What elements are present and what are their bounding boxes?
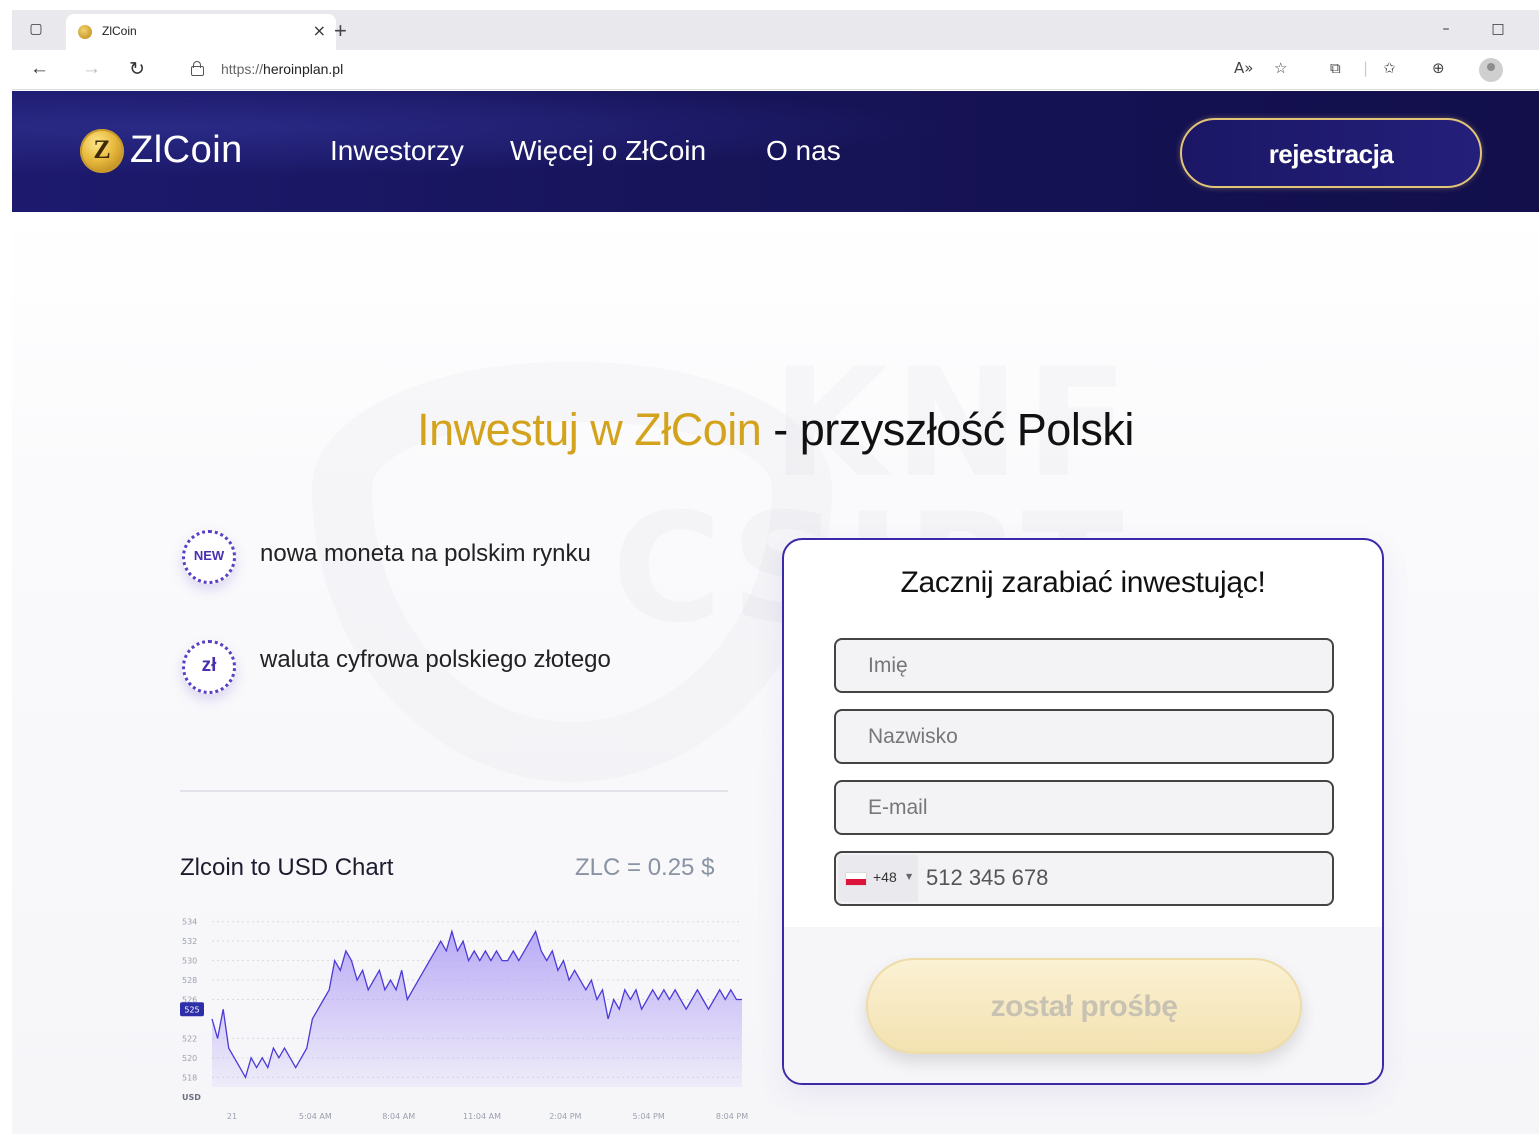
collections-icon[interactable]: ⊕ bbox=[1432, 59, 1445, 77]
submit-label: został prośbę bbox=[990, 990, 1178, 1023]
site-header: Z ZlCoin Inwestorzy Więcej o ZłCoin O na… bbox=[12, 91, 1539, 212]
signup-form-card: Zacznij zarabiać inwestując! +48 ▼ 512 3… bbox=[782, 538, 1384, 1085]
zloty-badge-text: zł bbox=[201, 655, 217, 676]
nav-link-o-nas[interactable]: O nas bbox=[766, 135, 841, 167]
maximize-icon[interactable]: □ bbox=[1490, 22, 1506, 36]
x-tick-label: 8:04 PM bbox=[716, 1112, 748, 1121]
hero-title: Inwestuj w ZłCoin - przyszłość Polski bbox=[12, 404, 1539, 456]
register-label: rejestracja bbox=[1268, 139, 1394, 169]
chevron-down-icon: ▼ bbox=[906, 872, 913, 881]
country-code-select[interactable]: +48 ▼ bbox=[838, 855, 918, 902]
phone-input[interactable]: 512 345 678 bbox=[926, 865, 1048, 891]
phone-field[interactable]: +48 ▼ 512 345 678 bbox=[834, 851, 1334, 906]
y-tick-label: 522 bbox=[182, 1034, 197, 1043]
browser-tab[interactable]: ZlCoin × bbox=[66, 14, 336, 50]
x-tick-label: 11:04 AM bbox=[463, 1112, 501, 1121]
tab-title: ZlCoin bbox=[102, 24, 137, 38]
logo-letter: Z bbox=[93, 135, 111, 164]
favorites-icon[interactable]: ✩ bbox=[1383, 59, 1396, 77]
y-tick-label: 520 bbox=[182, 1054, 197, 1063]
register-button[interactable]: rejestracja bbox=[1180, 118, 1482, 188]
price-chart: 534532530528526522520518525USD21 5:04 AM 8… bbox=[180, 918, 748, 1121]
dial-code: +48 bbox=[873, 869, 897, 885]
profile-icon[interactable] bbox=[1479, 58, 1503, 82]
zloty-coin-icon: zł bbox=[182, 640, 236, 694]
x-tick-label: 2:04 PM bbox=[549, 1112, 581, 1121]
main-content: KNF CSIRT Inwestuj w ZłCoin - przyszłość… bbox=[12, 212, 1539, 1134]
sidebar-toggle-icon[interactable]: ▢ bbox=[28, 22, 44, 36]
url-host: heroinplan.pl bbox=[263, 61, 344, 77]
first-name-field[interactable] bbox=[834, 638, 1334, 693]
nav-link-inwestorzy[interactable]: Inwestorzy bbox=[330, 135, 464, 167]
favicon-coin bbox=[78, 25, 92, 39]
y-tick-label: 528 bbox=[182, 976, 197, 985]
new-badge-icon: NEW bbox=[182, 530, 236, 584]
new-tab-icon[interactable]: + bbox=[334, 18, 347, 44]
submit-button[interactable]: został prośbę bbox=[866, 958, 1302, 1054]
browser-tab-bar: ▢ ZlCoin × + – □ bbox=[12, 10, 1539, 50]
add-favorite-icon[interactable]: ☆ bbox=[1274, 59, 1287, 77]
section-divider bbox=[180, 790, 728, 792]
read-aloud-icon[interactable]: A» bbox=[1234, 59, 1253, 77]
address-bar: ← → ↻ https://heroinplan.pl A» ☆ ⧉ | ✩ ⊕ bbox=[12, 50, 1539, 90]
url-protocol: https:// bbox=[221, 61, 264, 77]
last-name-input[interactable] bbox=[836, 711, 1332, 762]
minimize-icon[interactable]: – bbox=[1438, 22, 1454, 36]
hero-title-gold: Inwestuj w ZłCoin bbox=[417, 404, 762, 455]
x-tick-label: 5:04 AM bbox=[299, 1112, 332, 1121]
refresh-icon[interactable]: ↻ bbox=[129, 58, 145, 81]
toolbar-divider: | bbox=[1363, 59, 1369, 77]
close-tab-icon[interactable]: × bbox=[313, 21, 326, 40]
y-tick-label: 518 bbox=[182, 1073, 197, 1082]
chart-price: ZLC = 0.25 $ bbox=[575, 854, 715, 881]
current-value-label: 525 bbox=[184, 1006, 199, 1015]
y-axis-label: USD bbox=[182, 1093, 201, 1102]
lock-icon[interactable] bbox=[191, 61, 204, 76]
feature-text-new-coin: nowa moneta na polskim rynku bbox=[260, 540, 591, 567]
url-field[interactable]: https://heroinplan.pl bbox=[221, 61, 343, 77]
form-title: Zacznij zarabiać inwestując! bbox=[900, 566, 1266, 599]
new-badge-text: NEW bbox=[193, 548, 225, 563]
forward-icon[interactable]: → bbox=[82, 58, 101, 80]
nav-link-wiecej[interactable]: Więcej o ZłCoin bbox=[510, 135, 706, 167]
hero-title-rest: - przyszłość Polski bbox=[761, 404, 1134, 455]
logo-text[interactable]: ZlCoin bbox=[130, 129, 243, 172]
chart-title: Zlcoin to USD Chart bbox=[180, 854, 394, 881]
x-tick-label: 5:04 PM bbox=[633, 1112, 665, 1121]
email-input[interactable] bbox=[836, 782, 1332, 833]
y-tick-label: 530 bbox=[182, 957, 197, 966]
x-tick-label: 21 bbox=[227, 1112, 237, 1121]
feature-text-digital-zloty: waluta cyfrowa polskiego złotego bbox=[260, 646, 611, 673]
first-name-input[interactable] bbox=[836, 640, 1332, 691]
y-tick-label: 532 bbox=[182, 937, 197, 946]
poland-flag-icon bbox=[845, 872, 867, 886]
back-icon[interactable]: ← bbox=[30, 58, 49, 80]
email-field[interactable] bbox=[834, 780, 1334, 835]
extensions-icon[interactable]: ⧉ bbox=[1330, 59, 1341, 77]
logo-coin-icon[interactable]: Z bbox=[80, 129, 124, 173]
y-tick-label: 534 bbox=[182, 918, 197, 927]
last-name-field[interactable] bbox=[834, 709, 1334, 764]
x-tick-label: 8:04 AM bbox=[382, 1112, 415, 1121]
